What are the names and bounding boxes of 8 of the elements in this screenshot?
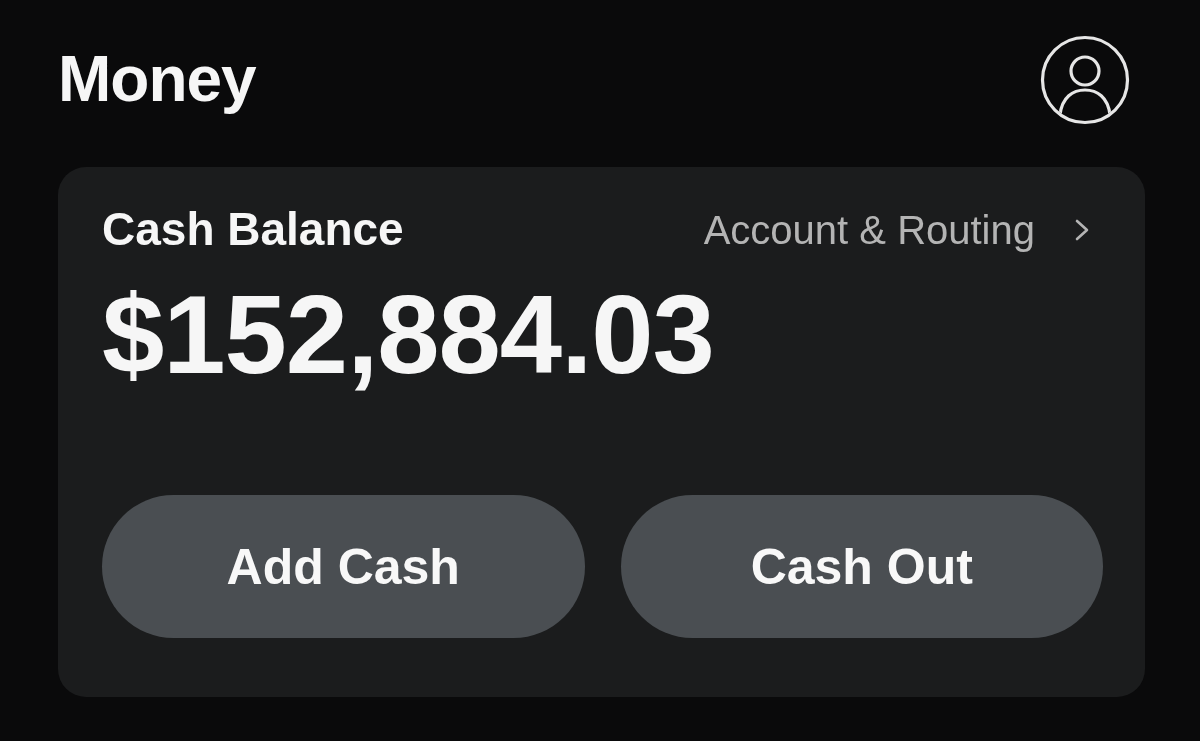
account-routing-link[interactable]: Account & Routing xyxy=(703,205,1089,254)
action-button[interactable]: Cash Out xyxy=(620,495,1103,639)
action-button[interactable]: Add Cash xyxy=(102,495,585,639)
chevron-right-icon xyxy=(1075,218,1089,241)
page-title: Money xyxy=(58,43,256,117)
balance-amount: $152,884.03 xyxy=(102,273,715,397)
profile-icon[interactable] xyxy=(1040,35,1130,125)
balance-label: Cash Balance xyxy=(102,202,404,257)
